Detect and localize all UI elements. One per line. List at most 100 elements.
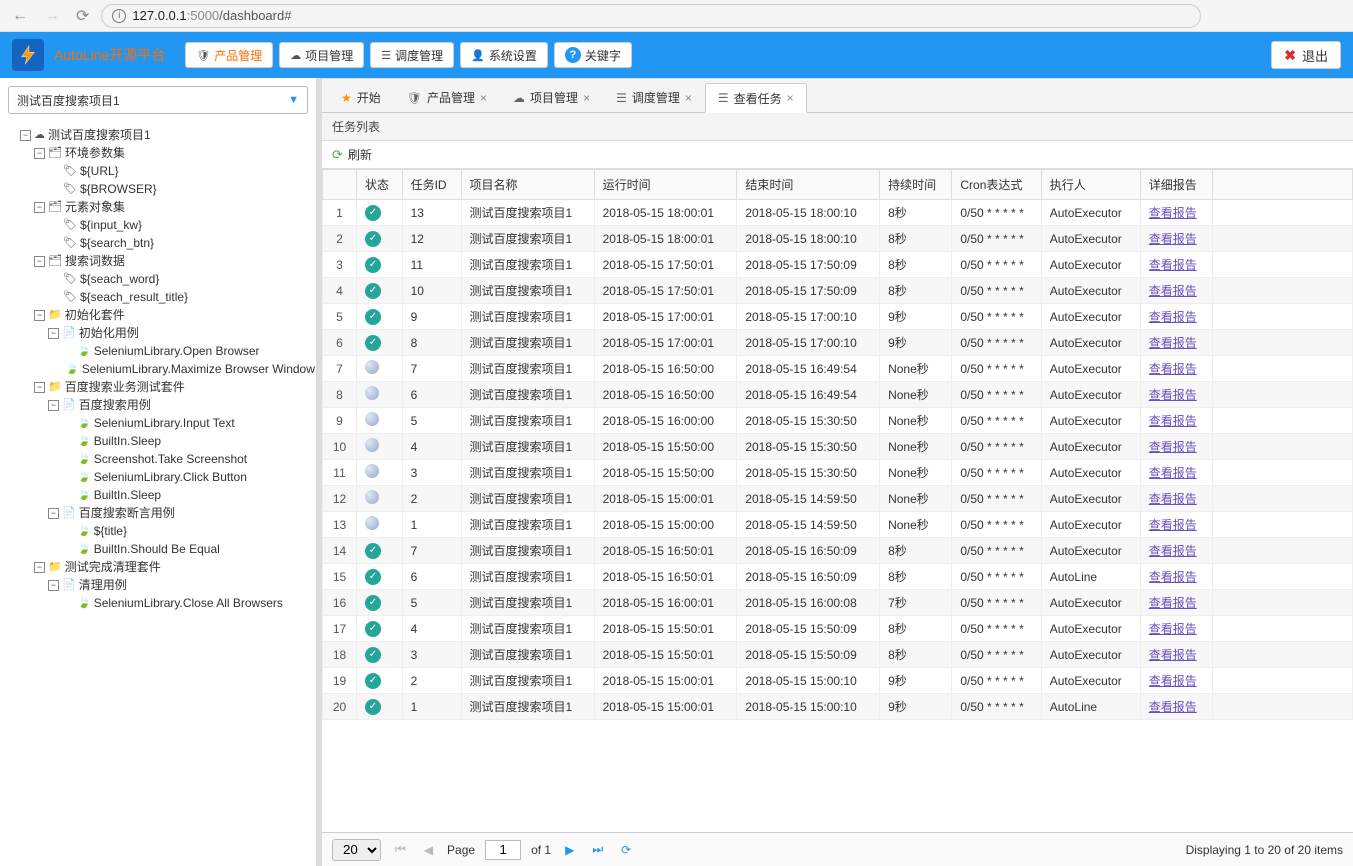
tab-schedule[interactable]: ☰调度管理× [603,82,705,112]
tab-view-task[interactable]: ☰查看任务× [705,83,807,113]
table-row[interactable]: 131测试百度搜索项目12018-05-15 15:00:002018-05-1… [323,512,1353,538]
tree-item[interactable]: 🏷${input_kw} [6,216,310,234]
col-run-time[interactable]: 运行时间 [594,170,737,200]
view-report-link[interactable]: 查看报告 [1149,648,1197,662]
nav-system[interactable]: 👤系统设置 [460,42,548,68]
tree-item[interactable]: 🍃SeleniumLibrary.Open Browser [6,342,310,360]
tree-item[interactable]: 🏷${BROWSER} [6,180,310,198]
reload-icon[interactable]: ⟳ [617,843,635,857]
view-report-link[interactable]: 查看报告 [1149,466,1197,480]
view-report-link[interactable]: 查看报告 [1149,622,1197,636]
table-row[interactable]: 86测试百度搜索项目12018-05-15 16:50:002018-05-15… [323,382,1353,408]
url-bar[interactable]: i 127.0.0.1:5000/dashboard# [101,4,1201,28]
view-report-link[interactable]: 查看报告 [1149,570,1197,584]
close-icon[interactable]: × [685,91,692,105]
view-report-link[interactable]: 查看报告 [1149,700,1197,714]
table-row[interactable]: 17✓4测试百度搜索项目12018-05-15 15:50:012018-05-… [323,616,1353,642]
view-report-link[interactable]: 查看报告 [1149,336,1197,350]
col-project[interactable]: 项目名称 [461,170,594,200]
tree-item[interactable]: 🏷${seach_word} [6,270,310,288]
table-row[interactable]: 18✓3测试百度搜索项目12018-05-15 15:50:012018-05-… [323,642,1353,668]
view-report-link[interactable]: 查看报告 [1149,362,1197,376]
page-size-select[interactable]: 20 [332,839,381,861]
last-page-icon[interactable]: ⏭ [588,842,607,857]
tree-item[interactable]: −🗂搜索词数据 [6,252,310,270]
tree-item[interactable]: 🍃BuiltIn.Sleep [6,432,310,450]
tree-item[interactable]: 🍃SeleniumLibrary.Input Text [6,414,310,432]
nav-schedule[interactable]: ☰调度管理 [370,42,454,68]
tree-item[interactable]: 🍃SeleniumLibrary.Maximize Browser Window [6,360,310,378]
view-report-link[interactable]: 查看报告 [1149,310,1197,324]
close-icon[interactable]: × [787,91,794,105]
table-row[interactable]: 4✓10测试百度搜索项目12018-05-15 17:50:012018-05-… [323,278,1353,304]
tree-item[interactable]: −📄清理用例 [6,576,310,594]
first-page-icon[interactable]: ⏮ [391,842,410,857]
nav-keyword[interactable]: ?关键字 [554,42,632,68]
tree-item[interactable]: −☁测试百度搜索项目1 [6,126,310,144]
logout-button[interactable]: ✖退出 [1271,41,1341,69]
table-row[interactable]: 122测试百度搜索项目12018-05-15 15:00:012018-05-1… [323,486,1353,512]
table-row[interactable]: 14✓7测试百度搜索项目12018-05-15 16:50:012018-05-… [323,538,1353,564]
tree-item[interactable]: 🍃BuiltIn.Sleep [6,486,310,504]
col-cron[interactable]: Cron表达式 [952,170,1041,200]
tree-item[interactable]: 🍃BuiltIn.Should Be Equal [6,540,310,558]
table-row[interactable]: 2✓12测试百度搜索项目12018-05-15 18:00:012018-05-… [323,226,1353,252]
tab-start[interactable]: ★开始 [328,82,394,112]
tree-item[interactable]: 🍃Screenshot.Take Screenshot [6,450,310,468]
table-row[interactable]: 113测试百度搜索项目12018-05-15 15:50:002018-05-1… [323,460,1353,486]
view-report-link[interactable]: 查看报告 [1149,544,1197,558]
table-row[interactable]: 77测试百度搜索项目12018-05-15 16:50:002018-05-15… [323,356,1353,382]
view-report-link[interactable]: 查看报告 [1149,596,1197,610]
back-icon[interactable]: ← [8,7,32,25]
tree-item[interactable]: −📄初始化用例 [6,324,310,342]
table-row[interactable]: 19✓2测试百度搜索项目12018-05-15 15:00:012018-05-… [323,668,1353,694]
view-report-link[interactable]: 查看报告 [1149,388,1197,402]
tree-item[interactable]: −📁初始化套件 [6,306,310,324]
table-row[interactable]: 6✓8测试百度搜索项目12018-05-15 17:00:012018-05-1… [323,330,1353,356]
table-row[interactable]: 1✓13测试百度搜索项目12018-05-15 18:00:012018-05-… [323,200,1353,226]
nav-project[interactable]: ☁项目管理 [279,42,364,68]
col-executor[interactable]: 执行人 [1041,170,1140,200]
refresh-label[interactable]: 刷新 [348,146,372,163]
col-status[interactable]: 状态 [357,170,403,200]
col-task-id[interactable]: 任务ID [402,170,461,200]
reload-icon[interactable]: ⟳ [72,6,93,26]
project-combo[interactable]: 测试百度搜索项目1 ▼ [8,86,308,114]
tree-item[interactable]: −🗂环境参数集 [6,144,310,162]
tree-item[interactable]: −📁百度搜索业务测试套件 [6,378,310,396]
tree-item[interactable]: 🏷${seach_result_title} [6,288,310,306]
view-report-link[interactable]: 查看报告 [1149,206,1197,220]
col-duration[interactable]: 持续时间 [880,170,952,200]
nav-product[interactable]: 🛡产品管理 [185,42,273,68]
close-icon[interactable]: × [480,91,487,105]
view-report-link[interactable]: 查看报告 [1149,492,1197,506]
next-page-icon[interactable]: ▶ [561,843,578,857]
table-row[interactable]: 15✓6测试百度搜索项目12018-05-15 16:50:012018-05-… [323,564,1353,590]
table-row[interactable]: 16✓5测试百度搜索项目12018-05-15 16:00:012018-05-… [323,590,1353,616]
table-row[interactable]: 3✓11测试百度搜索项目12018-05-15 17:50:012018-05-… [323,252,1353,278]
tree-item[interactable]: −📁测试完成清理套件 [6,558,310,576]
table-row[interactable]: 104测试百度搜索项目12018-05-15 15:50:002018-05-1… [323,434,1353,460]
tab-product[interactable]: 🛡产品管理× [394,82,500,112]
view-report-link[interactable]: 查看报告 [1149,284,1197,298]
col-report[interactable]: 详细报告 [1140,170,1212,200]
close-icon[interactable]: × [583,91,590,105]
tree-item[interactable]: 🏷${search_btn} [6,234,310,252]
table-row[interactable]: 5✓9测试百度搜索项目12018-05-15 17:00:012018-05-1… [323,304,1353,330]
tree-item[interactable]: −📄百度搜索断言用例 [6,504,310,522]
view-report-link[interactable]: 查看报告 [1149,518,1197,532]
tree-item[interactable]: 🏷${URL} [6,162,310,180]
col-end-time[interactable]: 结束时间 [737,170,880,200]
tree-item[interactable]: 🍃SeleniumLibrary.Click Button [6,468,310,486]
page-input[interactable] [485,840,521,860]
view-report-link[interactable]: 查看报告 [1149,440,1197,454]
table-row[interactable]: 95测试百度搜索项目12018-05-15 16:00:002018-05-15… [323,408,1353,434]
view-report-link[interactable]: 查看报告 [1149,258,1197,272]
tab-project[interactable]: ☁项目管理× [500,82,603,112]
view-report-link[interactable]: 查看报告 [1149,674,1197,688]
prev-page-icon[interactable]: ◀ [420,843,437,857]
forward-icon[interactable]: → [40,7,64,25]
view-report-link[interactable]: 查看报告 [1149,414,1197,428]
tree-item[interactable]: 🍃SeleniumLibrary.Close All Browsers [6,594,310,612]
tree-item[interactable]: 🍃${title} [6,522,310,540]
